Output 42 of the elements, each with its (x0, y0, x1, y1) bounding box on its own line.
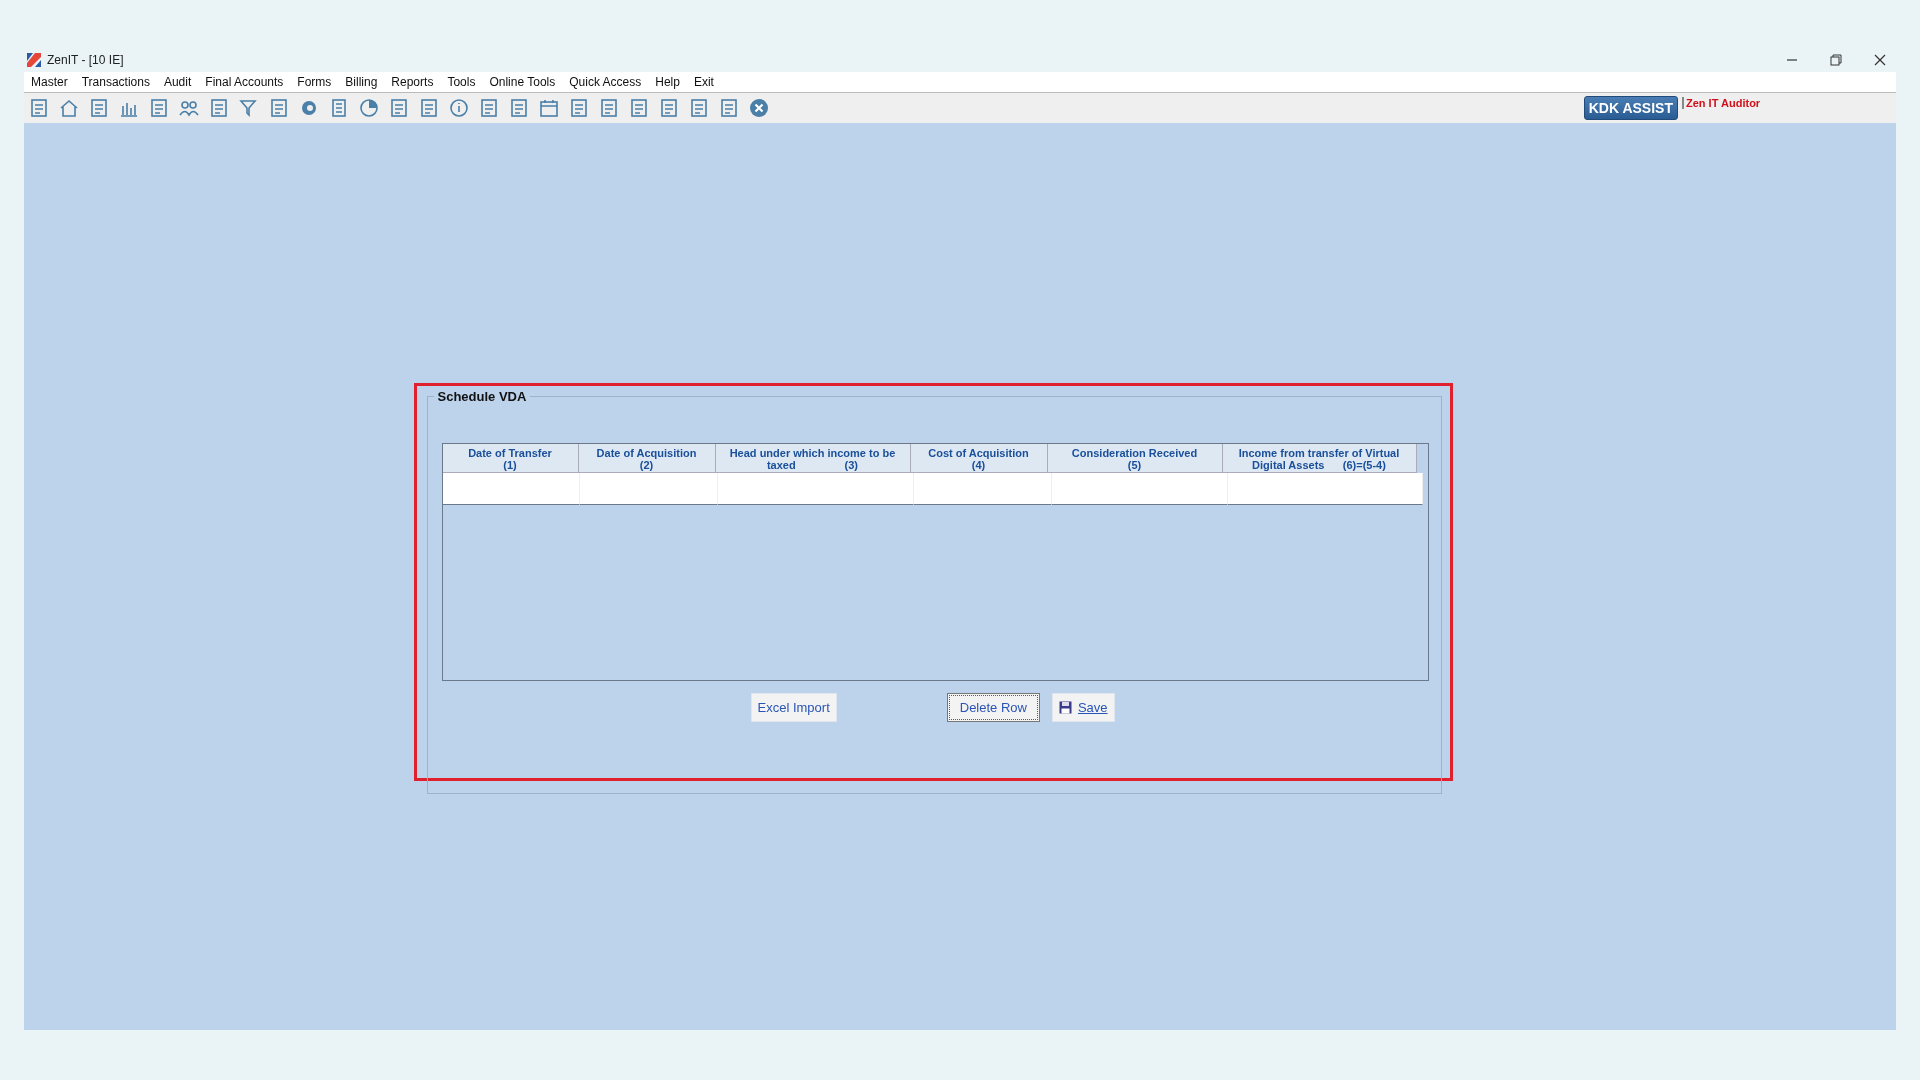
document-icon[interactable] (268, 97, 290, 119)
table-cell[interactable] (442, 473, 580, 505)
save-button[interactable]: Save (1051, 693, 1115, 722)
menu-item[interactable]: Billing (345, 75, 378, 89)
column-header: Date of Transfer (1) (442, 444, 579, 473)
menu-item[interactable]: Online Tools (489, 75, 556, 89)
document-icon[interactable] (688, 97, 710, 119)
app-logo-icon (27, 53, 41, 67)
window-title: ZenIT - [10 IE] (47, 53, 124, 67)
close-icon[interactable] (1874, 54, 1886, 66)
document-icon[interactable] (658, 97, 680, 119)
table-cell[interactable] (1051, 473, 1228, 505)
menu-item[interactable]: Audit (163, 75, 192, 89)
column-header: Consideration Received (5) (1047, 444, 1223, 473)
calendar-icon[interactable] (538, 97, 560, 119)
product-label: Zen IT Auditor (1682, 97, 1896, 109)
menu-item[interactable]: Help (655, 75, 680, 89)
menu-item[interactable]: Transactions (81, 75, 150, 89)
home-icon[interactable] (58, 97, 80, 119)
document-icon[interactable] (628, 97, 650, 119)
column-header: Income from transfer of Virtual Digital Assets (6)=(5-4) (1222, 444, 1417, 473)
menu-item[interactable]: Reports (391, 75, 434, 89)
pie-chart-icon[interactable] (358, 97, 380, 119)
table-cell[interactable] (579, 473, 718, 505)
column-header: Head under which income to be taxed (3) (715, 444, 911, 473)
menu-item[interactable]: Exit (693, 75, 714, 89)
menu-item[interactable]: Final Accounts (205, 75, 284, 89)
assist-button[interactable]: KDK ASSIST (1583, 96, 1678, 120)
table-cell[interactable] (1227, 473, 1423, 505)
column-header: Date of Acquisition (2) (578, 444, 716, 473)
menu-item[interactable]: Master (31, 75, 68, 89)
menu-item[interactable]: Forms (297, 75, 332, 89)
table-cell[interactable] (913, 473, 1052, 505)
restore-icon[interactable] (1830, 54, 1842, 66)
info-icon[interactable] (448, 97, 470, 119)
table-cell[interactable] (717, 473, 914, 505)
action-button[interactable]: Delete Row (946, 693, 1040, 722)
action-button[interactable]: Excel Import (750, 693, 837, 722)
group-title: Schedule VDA (433, 389, 531, 404)
menu-item[interactable]: Tools (447, 75, 476, 89)
menu-item[interactable]: Quick Access (569, 75, 642, 89)
column-header: Cost of Acquisition (4) (910, 444, 1048, 473)
